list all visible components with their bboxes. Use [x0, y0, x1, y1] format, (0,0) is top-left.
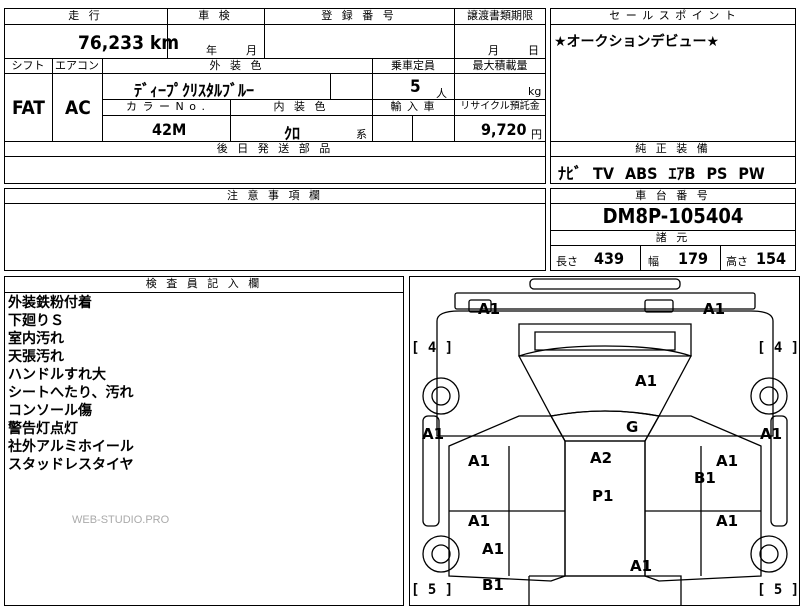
specs-header: 諸 元 [655, 231, 691, 244]
damage-mark: P1 [592, 487, 614, 505]
note-line: 室内汚れ [8, 331, 64, 347]
exterior-color-value: ﾃﾞｨｰﾌﾟｸﾘｽﾀﾙﾌﾞﾙｰ [134, 81, 255, 100]
note-line: 下廻りＳ [8, 313, 64, 329]
later-parts-header: 後 日 発 送 部 品 [216, 142, 334, 155]
damage-mark: A1 [716, 512, 739, 530]
max-load-unit: kg [528, 85, 542, 98]
height-label: 高さ [726, 255, 748, 268]
chassis-header: 車 台 番 号 [635, 189, 711, 202]
damage-mark: A1 [478, 300, 501, 318]
interior-color-value: ｸﾛ [284, 124, 301, 143]
aircon-header: エアコン [55, 59, 99, 72]
capacity-unit: 人 [436, 87, 447, 100]
color-no-value: 42M [152, 120, 187, 139]
registration-header: 登 録 番 号 [321, 9, 397, 22]
width-value: 179 [678, 249, 709, 268]
note-line: 外装鉄粉付着 [8, 295, 92, 311]
tire-label-front-left: [ 4 ] [411, 340, 454, 356]
mileage-header: 走 行 [68, 9, 103, 22]
max-load-header: 最大積載量 [472, 59, 528, 72]
capacity-header: 乗車定員 [391, 59, 435, 72]
inspection-month: 月 [246, 44, 257, 57]
damage-mark: A1 [635, 372, 658, 390]
height-value: 154 [756, 249, 787, 268]
recycle-value: 9,720 [481, 120, 527, 139]
aircon-value: AC [65, 97, 91, 119]
width-label: 幅 [648, 255, 659, 268]
inspection-header: 車 検 [198, 9, 233, 22]
length-value: 439 [594, 249, 625, 268]
tire-label-front-right: [ 4 ] [757, 340, 800, 356]
caution-header: 注 意 事 項 欄 [227, 189, 323, 202]
exterior-color-header: 外 装 色 [209, 59, 265, 72]
damage-mark: A1 [716, 452, 739, 470]
damage-mark: A1 [468, 512, 491, 530]
damage-mark: G [626, 418, 639, 436]
chassis-value: DM8P-105404 [602, 204, 744, 228]
transfer-header: 譲渡書類期限 [467, 9, 533, 22]
color-no-header: カ ラ ー N o . [126, 100, 206, 113]
sales-point-text: ★オークションデビュー★ [554, 34, 720, 50]
damage-mark: A1 [468, 452, 491, 470]
capacity-value: 5 [410, 77, 421, 97]
shift-header: シフト [11, 59, 45, 72]
watermark: WEB-STUDIO.PRO [72, 514, 170, 526]
equipment-text: ﾅﾋﾞ TV ABS ｴｱB PS PW [558, 164, 765, 183]
damage-mark: A1 [422, 425, 445, 443]
length-label: 長さ [556, 255, 578, 268]
inspector-header: 検 査 員 記 入 欄 [145, 277, 263, 290]
note-line: コンソール傷 [8, 403, 92, 419]
car-diagram [422, 278, 788, 606]
damage-mark: B1 [694, 469, 716, 487]
damage-mark: A2 [590, 449, 613, 467]
sales-point-header: セ ー ル ス ポ イ ン ト [609, 9, 737, 22]
inspector-notes: 外装鉄粉付着 下廻りＳ 室内汚れ 天張汚れ ハンドルすれ大 シートへたり、汚れ … [8, 294, 134, 474]
interior-color-suffix: 系 [356, 128, 367, 141]
interior-color-header: 内 装 色 [273, 100, 329, 113]
mileage-value: 76,233 km [78, 32, 180, 54]
note-line: スタッドレスタイヤ [8, 457, 134, 473]
tire-label-rear-right: [ 5 ] [757, 582, 800, 598]
tire-label-rear-left: [ 5 ] [411, 582, 454, 598]
note-line: 天張汚れ [8, 349, 64, 365]
damage-mark: A1 [760, 425, 783, 443]
damage-mark: A1 [703, 300, 726, 318]
note-line: ハンドルすれ大 [8, 367, 106, 383]
damage-mark: A1 [630, 557, 653, 575]
shift-value: FAT [12, 97, 45, 119]
recycle-unit: 円 [531, 128, 542, 141]
note-line: 社外アルミホイール [8, 439, 134, 455]
equipment-header: 純 正 装 備 [635, 142, 711, 155]
inspection-year: 年 [206, 44, 217, 57]
damage-mark: A1 [482, 540, 505, 558]
import-header: 輸 入 車 [390, 100, 436, 113]
damage-mark: B1 [482, 576, 504, 594]
transfer-day: 日 [528, 44, 539, 57]
recycle-header: リサイクル預託金 [460, 101, 540, 112]
note-line: シートへたり、汚れ [8, 385, 134, 401]
note-line: 警告灯点灯 [8, 421, 78, 437]
transfer-month: 月 [488, 44, 499, 57]
